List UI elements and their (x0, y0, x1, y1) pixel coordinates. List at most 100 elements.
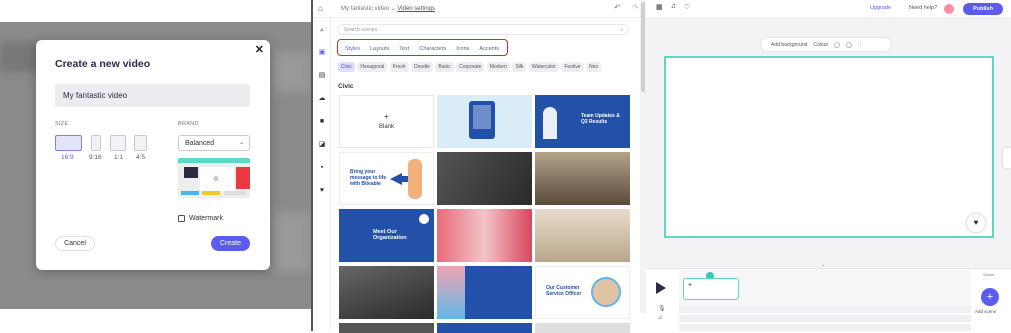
search-icon: ⌕ (620, 27, 623, 33)
chip-basic[interactable]: Basic (435, 62, 454, 72)
card-title: Meet Our Organization (373, 229, 407, 241)
scene-card-office[interactable] (339, 266, 434, 319)
left-screenshot: ✕ Create a new video SIZE BRAND 16:9 9:1… (0, 0, 311, 331)
scene-card-team-updates[interactable]: Team Updates & Q2 Results (535, 95, 630, 148)
timeline-controls: 🎙 ♫ (646, 269, 676, 332)
scene-card-desk[interactable] (535, 209, 630, 262)
redo-icon[interactable]: ↷ (632, 3, 639, 12)
chip-corporate[interactable]: Corporate (456, 62, 485, 72)
scene-card-balloons[interactable] (437, 266, 532, 319)
add-background-button[interactable]: Add background (771, 42, 807, 48)
scene-card[interactable] (535, 323, 630, 333)
video-settings-link[interactable]: Video settings (397, 6, 435, 12)
heart-icon[interactable]: ♡ (684, 3, 690, 11)
tab-layouts[interactable]: Layouts (365, 46, 394, 55)
chip-festive[interactable]: Festive (561, 62, 584, 72)
microphone-icon[interactable]: 🎙 (658, 305, 666, 312)
scene-card-group[interactable] (437, 209, 532, 262)
scene-card[interactable] (437, 95, 532, 148)
tab-styles[interactable]: Styles (340, 46, 365, 55)
music-icon[interactable]: ♫ (658, 315, 663, 321)
left-toolbar: ⌕ ▣ ▤ ☁ ■ ◪ ▪ ♥ (313, 18, 331, 331)
scene-card[interactable] (339, 323, 434, 333)
more-icon[interactable]: ⋮ (858, 42, 863, 48)
chip-modern[interactable]: Modern (486, 62, 510, 72)
modal-title: Create a new video (55, 58, 151, 70)
colour-swatch[interactable] (846, 41, 853, 48)
card-title: Our Customer Service Officer (546, 285, 582, 297)
video-name-input[interactable] (55, 84, 250, 107)
colour-label: Colour (813, 41, 829, 48)
brand-preview: ✲ (178, 158, 250, 198)
brand-select-value: Balanced (185, 140, 215, 147)
chip-watercolor[interactable]: Watercolor (528, 62, 559, 72)
section-title: Civic (338, 83, 354, 90)
background-toolbar: Add background Colour ⋮ (761, 38, 891, 51)
brand-select[interactable]: Balanced ⌄ (178, 135, 250, 151)
publish-button[interactable]: Publish (963, 3, 1003, 15)
create-video-modal: ✕ Create a new video SIZE BRAND 16:9 9:1… (36, 40, 270, 270)
editor-app: ⌂ My fantastic video ⌄ Video settings ↶ … (313, 0, 1011, 333)
project-name[interactable]: My fantastic video (341, 6, 389, 12)
tab-accents[interactable]: Accents (474, 46, 504, 55)
size-option-9-16[interactable] (91, 135, 101, 151)
media-icon[interactable]: ◪ (317, 140, 327, 149)
cancel-button[interactable]: Cancel (55, 236, 95, 251)
upload-icon[interactable]: ☁ (317, 94, 327, 103)
add-scene-button[interactable]: + (981, 288, 999, 306)
watermark-checkbox[interactable]: Watermark (178, 215, 223, 222)
timeline: 🎙 ♫ + Scene + Add scene (646, 268, 1011, 332)
size-option-1-1[interactable] (110, 135, 126, 151)
help-link[interactable]: Need help? (909, 5, 937, 11)
chat-help-icon[interactable]: ♥ (967, 214, 985, 232)
chip-fresh[interactable]: Fresh (389, 62, 409, 72)
scene-card-meet-organization[interactable]: Meet Our Organization (339, 209, 434, 262)
top-bar: ⌂ My fantastic video ⌄ Video settings ↶ … (313, 0, 1011, 18)
upgrade-link[interactable]: Upgrade (870, 5, 891, 11)
undo-icon[interactable]: ↶ (614, 3, 621, 12)
size-label-16-9: 16:9 (61, 154, 74, 161)
scene-card-photo[interactable] (437, 152, 532, 205)
size-option-4-5[interactable] (134, 135, 147, 151)
scene-search-input[interactable]: Search scenes ⌕ (337, 24, 629, 35)
size-label: SIZE (55, 121, 69, 127)
search-placeholder: Search scenes (344, 27, 378, 33)
audio-icon[interactable]: ♫ (671, 3, 676, 11)
video-icon[interactable]: ■ (317, 117, 327, 126)
size-label-4-5: 4:5 (136, 154, 146, 161)
favorites-icon[interactable]: ♥ (317, 186, 327, 195)
tab-icons[interactable]: Icons (451, 46, 474, 55)
chip-doodle[interactable]: Doodle (411, 62, 433, 72)
scene-card-bring-message[interactable]: Bring your message to life with Biteable (339, 152, 434, 205)
scene-card-customer-officer[interactable]: Our Customer Service Officer (535, 266, 630, 319)
chip-hexagonal[interactable]: Hexagonal (357, 62, 388, 72)
video-canvas[interactable] (664, 56, 994, 238)
tab-text[interactable]: Text (394, 46, 414, 55)
grid-icon[interactable]: ▦ (656, 3, 663, 11)
timeline-track: + (679, 269, 971, 332)
close-icon[interactable]: ✕ (255, 43, 264, 56)
size-label-1-1: 1:1 (114, 154, 124, 161)
timeline-rows (679, 306, 971, 332)
chip-civic[interactable]: Civic (338, 62, 355, 72)
chip-neo[interactable]: Neo (586, 62, 602, 72)
timeline-scene[interactable]: + (683, 278, 739, 300)
apps-icon[interactable]: ▪ (317, 163, 327, 172)
tab-characters[interactable]: Characters (414, 46, 451, 55)
search-icon[interactable]: ⌕ (317, 26, 327, 35)
text-icon[interactable]: ▤ (317, 71, 327, 80)
play-icon[interactable] (656, 282, 666, 294)
size-label-9-16: 9:16 (89, 154, 102, 161)
scene-card[interactable] (437, 323, 532, 333)
avatar[interactable] (944, 4, 954, 14)
side-panel-tab[interactable] (1003, 148, 1011, 168)
card-title: Team Updates & Q2 Results (581, 113, 620, 125)
chip-silk[interactable]: Silk (512, 62, 527, 72)
scene-card-city[interactable] (535, 152, 630, 205)
scenes-icon[interactable]: ▣ (317, 48, 327, 57)
colour-swatch[interactable] (834, 41, 841, 48)
create-button[interactable]: Create (211, 236, 250, 251)
size-option-16-9[interactable] (55, 135, 82, 151)
home-icon[interactable]: ⌂ (318, 4, 323, 13)
scene-card-blank[interactable]: + Blank (339, 95, 434, 148)
